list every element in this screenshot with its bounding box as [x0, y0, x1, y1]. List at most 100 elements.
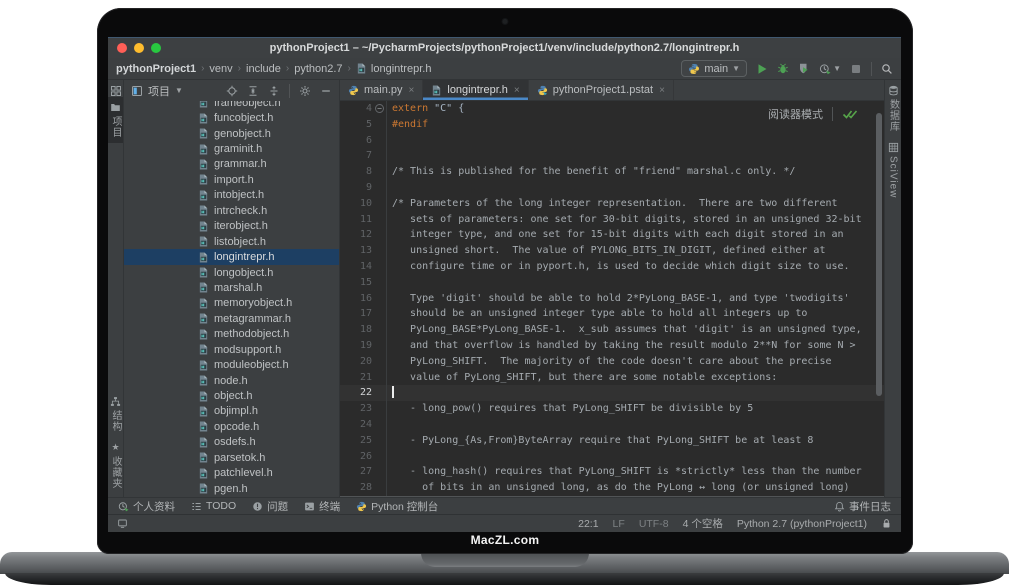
tree-item-objimpl-h[interactable]: objimpl.h: [124, 404, 339, 419]
debug-button[interactable]: [777, 63, 789, 75]
stripe-tab-sciview[interactable]: SciView: [885, 137, 901, 203]
editor-line-25[interactable]: 25 - PyLong_{As,From}ByteArray require t…: [340, 433, 884, 449]
editor-line-17[interactable]: 17 should be an unsigned integer type ab…: [340, 306, 884, 322]
editor-line-8[interactable]: 8/* This is published for the benefit of…: [340, 164, 884, 180]
close-icon[interactable]: ×: [409, 85, 415, 96]
gear-icon[interactable]: [299, 85, 311, 97]
stripe-tab-structure[interactable]: 结构: [108, 391, 123, 437]
tool-window-button-profiler[interactable]: 个人资料: [118, 499, 175, 514]
editor-line-18[interactable]: 18 PyLong_BASE*PyLong_BASE-1. x_sub assu…: [340, 322, 884, 338]
collapse-all-button[interactable]: [247, 85, 259, 97]
chevron-down-icon[interactable]: ▼: [833, 64, 841, 73]
editor-line-7[interactable]: 7: [340, 148, 884, 164]
tree-item-funcobject-h[interactable]: funcobject.h: [124, 110, 339, 125]
tool-window-button-problems[interactable]: 问题: [252, 499, 288, 514]
zoom-window-button[interactable]: [151, 43, 161, 53]
tool-window-button-terminal[interactable]: 终端: [304, 499, 340, 514]
tree-item-memoryobject-h[interactable]: memoryobject.h: [124, 296, 339, 311]
tree-item-parsetok-h[interactable]: parsetok.h: [124, 450, 339, 465]
tree-item-frameobject-h[interactable]: frameobject.h: [124, 101, 339, 110]
stripe-tab-database[interactable]: 数据库: [885, 80, 901, 137]
editor-line-23[interactable]: 23 - long_pow() requires that PyLong_SHI…: [340, 401, 884, 417]
close-icon[interactable]: ×: [659, 85, 665, 96]
fold-marker-icon[interactable]: −: [375, 104, 384, 113]
breadcrumb-venv[interactable]: venv: [209, 63, 232, 75]
tree-item-osdefs-h[interactable]: osdefs.h: [124, 435, 339, 450]
profiler-button[interactable]: [819, 63, 831, 75]
tool-window-button-todo[interactable]: TODO: [191, 500, 236, 512]
encoding-indicator[interactable]: UTF-8: [639, 518, 669, 530]
tree-item-metagrammar-h[interactable]: metagrammar.h: [124, 311, 339, 326]
lock-icon[interactable]: [881, 518, 892, 529]
tree-item-genobject-h[interactable]: genobject.h: [124, 126, 339, 141]
editor-line-24[interactable]: 24: [340, 417, 884, 433]
editor-line-19[interactable]: 19 and that overflow is handled by takin…: [340, 338, 884, 354]
editor-tab-pythonProject1-pstat[interactable]: pythonProject1.pstat×: [529, 80, 674, 100]
tree-item-pgen-h[interactable]: pgen.h: [124, 481, 339, 496]
run-button[interactable]: [756, 63, 768, 75]
run-configuration-select[interactable]: main ▼: [681, 60, 747, 77]
tool-window-button-python[interactable]: Python 控制台: [356, 499, 438, 514]
tool-windows-grid-icon[interactable]: [110, 85, 122, 97]
tree-item-intrcheck-h[interactable]: intrcheck.h: [124, 203, 339, 218]
tree-item-longobject-h[interactable]: longobject.h: [124, 265, 339, 280]
editor-line-14[interactable]: 14 configure time or in pyport.h, is use…: [340, 259, 884, 275]
tree-item-iterobject-h[interactable]: iterobject.h: [124, 219, 339, 234]
editor-line-11[interactable]: 11 sets of parameters: one set for 30-bi…: [340, 212, 884, 228]
reader-mode-chip[interactable]: 阅读器模式: [768, 106, 858, 122]
tree-item-opcode-h[interactable]: opcode.h: [124, 419, 339, 434]
editor-line-15[interactable]: 15: [340, 275, 884, 291]
run-with-coverage-button[interactable]: [798, 63, 810, 75]
editor-line-6[interactable]: 6: [340, 133, 884, 149]
editor-scrollbar[interactable]: [876, 113, 882, 396]
editor-line-9[interactable]: 9: [340, 180, 884, 196]
close-window-button[interactable]: [117, 43, 127, 53]
minimize-window-button[interactable]: [134, 43, 144, 53]
tree-item-node-h[interactable]: node.h: [124, 373, 339, 388]
stripe-tab-project[interactable]: 项目: [108, 97, 123, 143]
editor-line-16[interactable]: 16 Type 'digit' should be able to hold 2…: [340, 291, 884, 307]
tree-item-modsupport-h[interactable]: modsupport.h: [124, 342, 339, 357]
breadcrumb-include[interactable]: include: [246, 63, 281, 75]
stripe-tab-favorites[interactable]: ★ 收藏夹: [108, 437, 123, 497]
close-icon[interactable]: ×: [514, 85, 520, 96]
editor-tab-longintrepr-h[interactable]: longintrepr.h×: [423, 80, 528, 100]
project-panel-title[interactable]: 项目: [148, 83, 170, 99]
tree-item-methodobject-h[interactable]: methodobject.h: [124, 327, 339, 342]
breadcrumb-python27[interactable]: python2.7: [294, 63, 342, 75]
breadcrumb-file[interactable]: longintrepr.h: [371, 63, 432, 75]
caret-position[interactable]: 22:1: [578, 518, 598, 530]
tree-item-marshal-h[interactable]: marshal.h: [124, 280, 339, 295]
interpreter-indicator[interactable]: Python 2.7 (pythonProject1): [737, 518, 867, 530]
event-log-button[interactable]: 事件日志: [834, 499, 891, 514]
editor-line-28[interactable]: 28 of bits in an unsigned long, as do th…: [340, 480, 884, 496]
tool-window-toggle-icon[interactable]: [117, 518, 128, 529]
expand-all-button[interactable]: [268, 85, 280, 97]
editor-tab-main-py[interactable]: main.py×: [340, 80, 423, 100]
editor-line-12[interactable]: 12 integer type, and one set for 15-bit …: [340, 227, 884, 243]
line-ending-indicator[interactable]: LF: [613, 518, 625, 530]
editor[interactable]: 4extern "C" {−5#endif678/* This is publi…: [340, 101, 884, 497]
tree-item-intobject-h[interactable]: intobject.h: [124, 188, 339, 203]
search-everywhere-icon[interactable]: [881, 63, 893, 75]
chevron-down-icon[interactable]: ▼: [175, 86, 183, 95]
tree-item-graminit-h[interactable]: graminit.h: [124, 141, 339, 156]
editor-line-10[interactable]: 10/* Parameters of the long integer repr…: [340, 196, 884, 212]
editor-line-20[interactable]: 20 PyLong_SHIFT. The majority of the cod…: [340, 354, 884, 370]
select-opened-file-button[interactable]: [226, 85, 238, 97]
tree-item-moduleobject-h[interactable]: moduleobject.h: [124, 357, 339, 372]
tree-item-patchlevel-h[interactable]: patchlevel.h: [124, 466, 339, 481]
indent-indicator[interactable]: 4 个空格: [683, 516, 723, 531]
editor-line-22[interactable]: 22: [340, 385, 884, 401]
tree-item-longintrepr-h[interactable]: longintrepr.h: [124, 249, 339, 264]
editor-line-27[interactable]: 27 - long_hash() requires that PyLong_SH…: [340, 464, 884, 480]
hide-panel-button[interactable]: [320, 85, 332, 97]
editor-line-21[interactable]: 21 value of PyLong_SHIFT, but there are …: [340, 370, 884, 386]
editor-line-13[interactable]: 13 unsigned short. The value of PYLONG_B…: [340, 243, 884, 259]
tree-item-grammar-h[interactable]: grammar.h: [124, 157, 339, 172]
breadcrumb-project[interactable]: pythonProject1: [116, 63, 196, 75]
tree-item-object-h[interactable]: object.h: [124, 388, 339, 403]
tree-item-import-h[interactable]: import.h: [124, 172, 339, 187]
editor-line-26[interactable]: 26: [340, 449, 884, 465]
tree-item-listobject-h[interactable]: listobject.h: [124, 234, 339, 249]
